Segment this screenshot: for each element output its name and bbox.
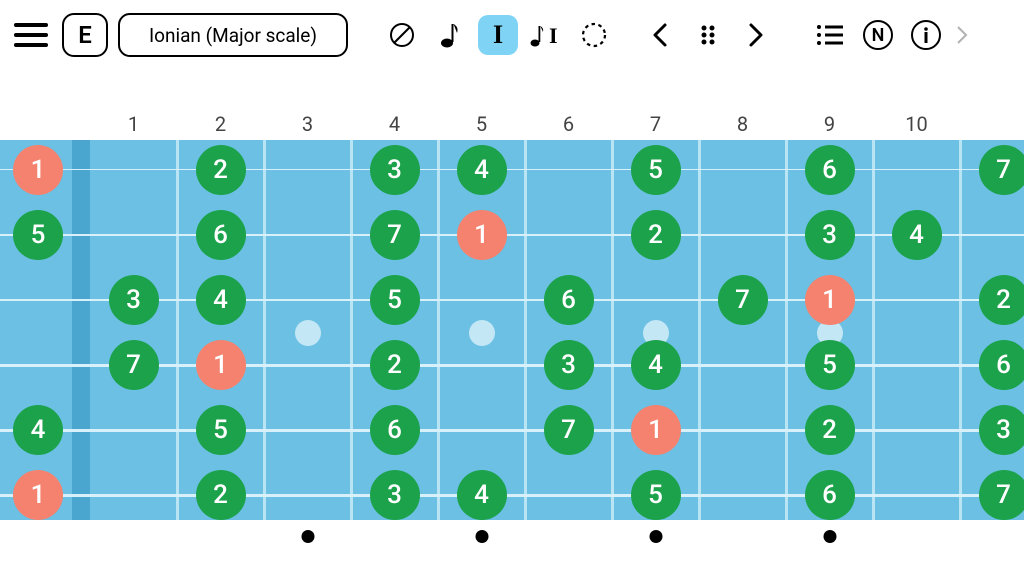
root-note[interactable]: 1 — [13, 145, 63, 195]
fret-line — [611, 140, 614, 520]
scale-note[interactable]: 2 — [196, 145, 246, 195]
fret-number: 5 — [476, 112, 487, 136]
scale-note[interactable]: 6 — [805, 145, 855, 195]
next-icon[interactable] — [736, 15, 776, 55]
fret-markers — [0, 530, 1024, 550]
scale-note[interactable]: 7 — [109, 340, 159, 390]
scale-note[interactable]: 5 — [196, 405, 246, 455]
scale-note[interactable]: 7 — [979, 145, 1024, 195]
fretboard: 1234567567123434567127123456456712312345… — [0, 140, 1024, 520]
drag-handle-icon[interactable] — [688, 15, 728, 55]
scale-note[interactable]: 5 — [631, 145, 681, 195]
fret-number: 6 — [563, 112, 574, 136]
fret-line — [785, 140, 788, 520]
scale-note[interactable]: 5 — [13, 210, 63, 260]
string-line — [0, 234, 1024, 236]
fret-line — [524, 140, 527, 520]
scale-note[interactable]: 3 — [370, 145, 420, 195]
fret-number: 7 — [650, 112, 661, 136]
root-note[interactable]: 1 — [457, 210, 507, 260]
scale-note[interactable]: 7 — [979, 470, 1024, 520]
scale-note[interactable]: 6 — [544, 275, 594, 325]
root-note[interactable]: 1 — [631, 405, 681, 455]
fret-number: 1 — [128, 112, 139, 136]
note-interval-mode-icon[interactable]: I — [526, 15, 566, 55]
scale-note[interactable]: 3 — [979, 405, 1024, 455]
scale-note[interactable]: 4 — [457, 470, 507, 520]
interval-mode-icon[interactable]: I — [478, 15, 518, 55]
scale-note[interactable]: 4 — [13, 405, 63, 455]
nut — [72, 140, 90, 520]
fret-line — [698, 140, 701, 520]
dotted-circle-icon[interactable] — [574, 15, 614, 55]
fret-number: 9 — [824, 112, 835, 136]
fret-number: 2 — [215, 112, 226, 136]
svg-text:I: I — [549, 23, 558, 48]
fret-marker-dot — [823, 530, 836, 543]
menu-button[interactable] — [14, 16, 52, 54]
string-line — [0, 169, 1024, 170]
fret-marker-dot — [475, 530, 488, 543]
scale-note[interactable]: 4 — [631, 340, 681, 390]
fret-line — [959, 140, 962, 520]
scale-note[interactable]: 3 — [370, 470, 420, 520]
scale-note[interactable]: 5 — [370, 275, 420, 325]
svg-text:N: N — [872, 25, 885, 46]
list-icon[interactable] — [810, 15, 850, 55]
overflow-next-icon[interactable] — [954, 15, 970, 55]
scale-note[interactable]: 7 — [544, 405, 594, 455]
scale-note[interactable]: 5 — [805, 340, 855, 390]
key-selector[interactable]: E — [62, 13, 108, 57]
scale-note[interactable]: 2 — [631, 210, 681, 260]
info-icon[interactable] — [906, 15, 946, 55]
scale-note[interactable]: 6 — [196, 210, 246, 260]
fretboard-inlay — [295, 320, 321, 346]
fret-line — [872, 140, 875, 520]
scale-note[interactable]: 2 — [196, 470, 246, 520]
fret-line — [437, 140, 440, 520]
scale-note[interactable]: 7 — [370, 210, 420, 260]
scale-note[interactable]: 6 — [370, 405, 420, 455]
scale-note[interactable]: 4 — [196, 275, 246, 325]
fret-number: 3 — [302, 112, 313, 136]
scale-note[interactable]: 2 — [979, 275, 1024, 325]
fret-line — [263, 140, 266, 520]
fret-line — [350, 140, 353, 520]
root-note[interactable]: 1 — [13, 470, 63, 520]
note-mode-icon[interactable] — [430, 15, 470, 55]
scale-selector[interactable]: Ionian (Major scale) — [118, 13, 348, 57]
scale-note[interactable]: 6 — [805, 470, 855, 520]
scale-note[interactable]: 3 — [109, 275, 159, 325]
scale-note[interactable]: 7 — [718, 275, 768, 325]
root-note[interactable]: 1 — [196, 340, 246, 390]
fret-marker-dot — [301, 530, 314, 543]
toolbar-icons: I I N — [382, 15, 970, 55]
scale-note[interactable]: 5 — [631, 470, 681, 520]
root-note[interactable]: 1 — [805, 275, 855, 325]
scale-note[interactable]: 4 — [457, 145, 507, 195]
scale-note[interactable]: 2 — [805, 405, 855, 455]
scale-note[interactable]: 2 — [370, 340, 420, 390]
fret-number: 8 — [737, 112, 748, 136]
scale-note[interactable]: 6 — [979, 340, 1024, 390]
fret-number-row: 1 2 3 4 5 6 7 8 9 10 — [0, 112, 1024, 136]
scale-note[interactable]: 3 — [805, 210, 855, 260]
string-line — [0, 429, 1024, 432]
notation-icon[interactable]: N — [858, 15, 898, 55]
string-line — [0, 494, 1024, 497]
fretboard-inlay — [469, 320, 495, 346]
scale-note[interactable]: 3 — [544, 340, 594, 390]
prev-icon[interactable] — [640, 15, 680, 55]
blank-mode-icon[interactable] — [382, 15, 422, 55]
scale-note[interactable]: 4 — [892, 210, 942, 260]
fret-marker-dot — [649, 530, 662, 543]
fret-number: 4 — [389, 112, 400, 136]
toolbar: E Ionian (Major scale) I I — [0, 0, 1024, 70]
fret-line — [176, 140, 179, 520]
fret-number: 10 — [905, 112, 927, 136]
